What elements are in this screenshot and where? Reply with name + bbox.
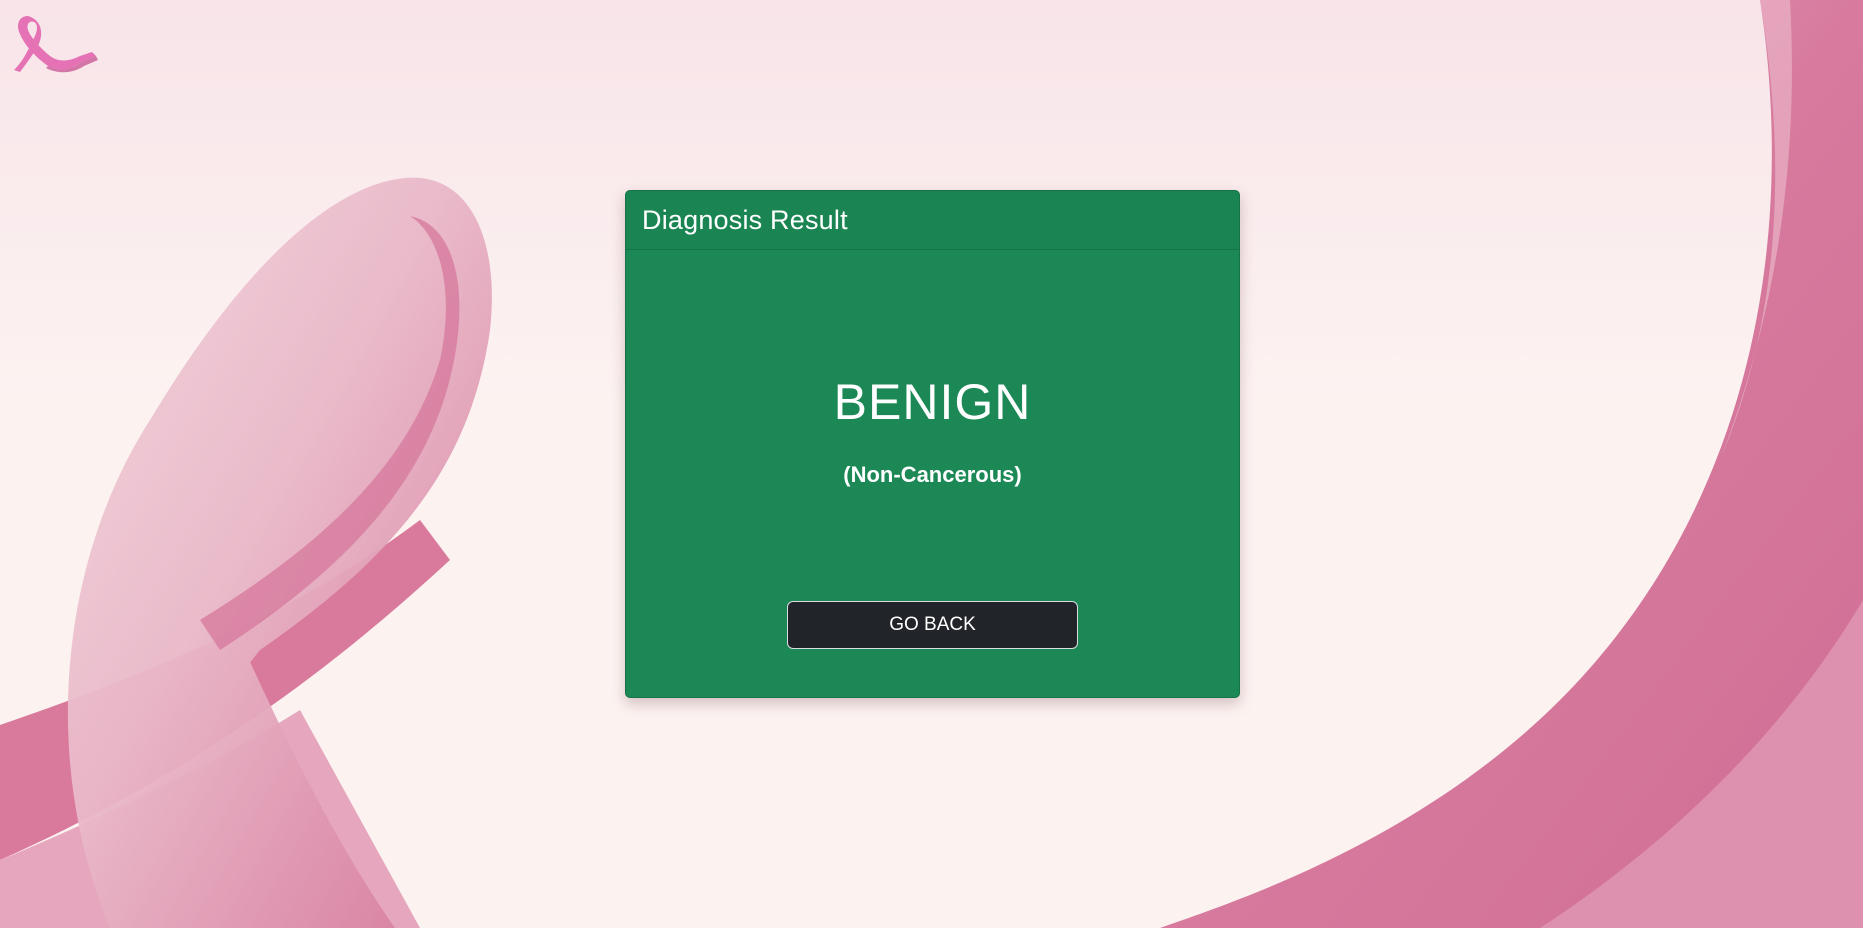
pink-ribbon-icon <box>14 16 98 73</box>
diagnosis-result-value: BENIGN <box>833 374 1032 430</box>
pink-ribbon-logo[interactable] <box>8 12 98 74</box>
card-title: Diagnosis Result <box>642 204 848 235</box>
page-background: Diagnosis Result BENIGN (Non-Cancerous) … <box>0 0 1863 928</box>
go-back-button[interactable]: GO BACK <box>787 601 1078 649</box>
diagnosis-result-card: Diagnosis Result BENIGN (Non-Cancerous) … <box>625 190 1240 698</box>
card-header: Diagnosis Result <box>626 191 1239 250</box>
diagnosis-result-detail: (Non-Cancerous) <box>843 462 1022 487</box>
card-body: BENIGN (Non-Cancerous) GO BACK <box>626 250 1239 697</box>
